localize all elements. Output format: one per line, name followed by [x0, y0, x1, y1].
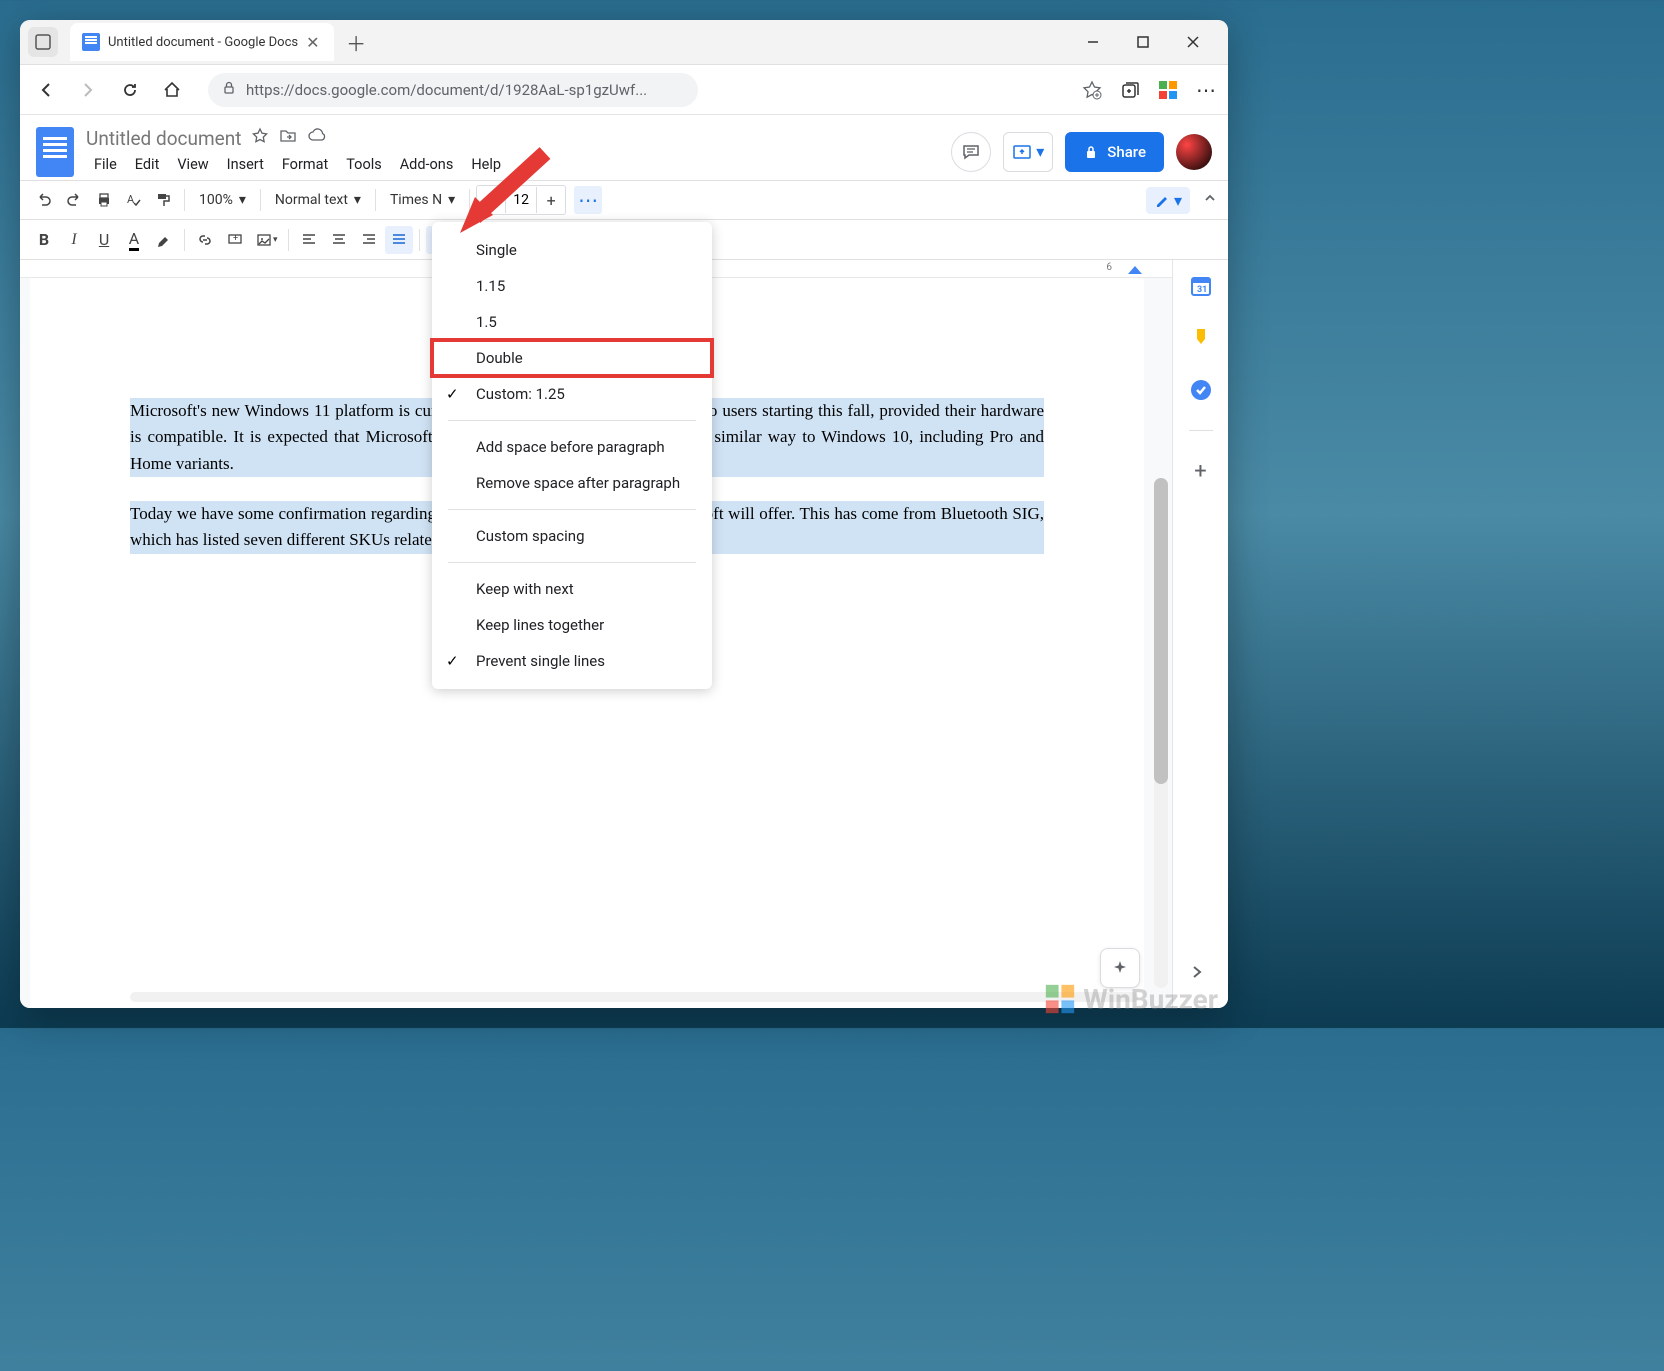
- url-text: https://docs.google.com/document/d/1928A…: [246, 81, 647, 99]
- share-label: Share: [1107, 143, 1146, 161]
- add-panel-icon[interactable]: +: [1189, 459, 1213, 483]
- add-space-before[interactable]: Add space before paragraph: [432, 429, 712, 465]
- docs-header: Untitled document File Edit View Insert …: [20, 115, 1228, 180]
- tasks-icon[interactable]: [1189, 378, 1213, 402]
- docs-logo-icon[interactable]: [36, 127, 74, 177]
- address-bar[interactable]: https://docs.google.com/document/d/1928A…: [208, 73, 698, 107]
- check-icon: ✓: [446, 652, 459, 670]
- cloud-status-icon[interactable]: [307, 127, 327, 149]
- keep-icon[interactable]: [1189, 326, 1213, 350]
- menu-insert[interactable]: Insert: [219, 152, 272, 177]
- align-right-button[interactable]: [355, 226, 383, 254]
- font-size-inc-button[interactable]: +: [537, 186, 565, 214]
- italic-button[interactable]: I: [60, 226, 88, 254]
- highlight-button[interactable]: [150, 226, 178, 254]
- collections-icon[interactable]: [1118, 78, 1142, 102]
- window-minimize-button[interactable]: [1078, 27, 1108, 57]
- paint-format-button[interactable]: [150, 186, 178, 214]
- favorite-icon[interactable]: [1080, 78, 1104, 102]
- align-left-button[interactable]: [295, 226, 323, 254]
- docs-favicon: [82, 33, 100, 51]
- present-button[interactable]: ▾: [1003, 132, 1053, 172]
- prevent-single-lines[interactable]: ✓Prevent single lines: [432, 643, 712, 679]
- menu-view[interactable]: View: [169, 152, 216, 177]
- extension-icon[interactable]: [1156, 78, 1180, 102]
- zoom-select[interactable]: 100%▾: [191, 192, 254, 208]
- redo-button[interactable]: [60, 186, 88, 214]
- keep-with-next[interactable]: Keep with next: [432, 571, 712, 607]
- titlebar: Untitled document - Google Docs ✕ ＋: [20, 20, 1228, 65]
- more-tools-button[interactable]: ⋯: [574, 186, 602, 214]
- line-spacing-custom-current[interactable]: ✓Custom: 1.25: [432, 376, 712, 412]
- underline-button[interactable]: U: [90, 226, 118, 254]
- font-select[interactable]: Times N▾: [382, 192, 463, 208]
- link-button[interactable]: [191, 226, 219, 254]
- align-justify-button[interactable]: [385, 226, 413, 254]
- menu-help[interactable]: Help: [463, 152, 509, 177]
- style-select[interactable]: Normal text▾: [267, 192, 369, 208]
- tab-overview-button[interactable]: [28, 27, 58, 57]
- browser-tab[interactable]: Untitled document - Google Docs ✕: [70, 23, 334, 61]
- collapse-toolbar-button[interactable]: [1202, 190, 1218, 210]
- tab-title: Untitled document - Google Docs: [108, 35, 298, 50]
- vertical-scrollbar[interactable]: [1154, 478, 1168, 988]
- bold-button[interactable]: B: [30, 226, 58, 254]
- undo-button[interactable]: [30, 186, 58, 214]
- nav-forward-button[interactable]: [72, 74, 104, 106]
- menu-icon[interactable]: ⋯: [1194, 78, 1218, 102]
- calendar-icon[interactable]: 31: [1189, 274, 1213, 298]
- nav-reload-button[interactable]: [114, 74, 146, 106]
- window-close-button[interactable]: [1178, 27, 1208, 57]
- tab-close-icon[interactable]: ✕: [306, 33, 322, 52]
- keep-lines-together[interactable]: Keep lines together: [432, 607, 712, 643]
- comment-button[interactable]: +: [221, 226, 249, 254]
- font-size-dec-button[interactable]: −: [477, 186, 505, 214]
- custom-spacing[interactable]: Custom spacing: [432, 518, 712, 554]
- doc-title[interactable]: Untitled document: [86, 127, 241, 150]
- nav-back-button[interactable]: [30, 74, 62, 106]
- watermark: WinBuzzer: [1043, 982, 1218, 1016]
- print-button[interactable]: [90, 186, 118, 214]
- align-center-button[interactable]: [325, 226, 353, 254]
- line-spacing-single[interactable]: Single: [432, 232, 712, 268]
- spellcheck-button[interactable]: A: [120, 186, 148, 214]
- check-icon: ✓: [446, 385, 459, 403]
- share-button[interactable]: Share: [1065, 132, 1164, 172]
- user-avatar[interactable]: [1176, 134, 1212, 170]
- toolbar-primary: A 100%▾ Normal text▾ Times N▾ − 12 + ⋯ ▾: [20, 180, 1228, 220]
- svg-text:+: +: [233, 234, 238, 244]
- line-spacing-115[interactable]: 1.15: [432, 268, 712, 304]
- horizontal-scrollbar[interactable]: [130, 992, 1138, 1002]
- line-spacing-menu: Single 1.15 1.5 Double ✓Custom: 1.25 Add…: [432, 222, 712, 689]
- side-panel: 31 +: [1172, 260, 1228, 1008]
- menubar: File Edit View Insert Format Tools Add-o…: [86, 152, 939, 177]
- move-icon[interactable]: [279, 127, 297, 149]
- line-spacing-15[interactable]: 1.5: [432, 304, 712, 340]
- menu-tools[interactable]: Tools: [338, 152, 390, 177]
- font-size-input[interactable]: 12: [505, 187, 537, 213]
- addressbar-row: https://docs.google.com/document/d/1928A…: [20, 65, 1228, 115]
- remove-space-after[interactable]: Remove space after paragraph: [432, 465, 712, 501]
- menu-format[interactable]: Format: [274, 152, 336, 177]
- image-button[interactable]: ▾: [251, 226, 282, 254]
- window-maximize-button[interactable]: [1128, 27, 1158, 57]
- menu-addons[interactable]: Add-ons: [392, 152, 462, 177]
- editing-mode-button[interactable]: ▾: [1146, 187, 1190, 214]
- new-tab-button[interactable]: ＋: [342, 28, 370, 56]
- menu-edit[interactable]: Edit: [127, 152, 168, 177]
- menu-file[interactable]: File: [86, 152, 125, 177]
- font-size-control: − 12 +: [476, 185, 566, 215]
- svg-text:A: A: [127, 193, 135, 206]
- comments-button[interactable]: [951, 132, 991, 172]
- svg-text:31: 31: [1197, 285, 1207, 295]
- nav-home-button[interactable]: [156, 74, 188, 106]
- text-color-button[interactable]: A: [120, 226, 148, 254]
- star-icon[interactable]: [251, 127, 269, 149]
- line-spacing-double[interactable]: Double: [432, 340, 712, 376]
- lock-icon: [222, 80, 236, 99]
